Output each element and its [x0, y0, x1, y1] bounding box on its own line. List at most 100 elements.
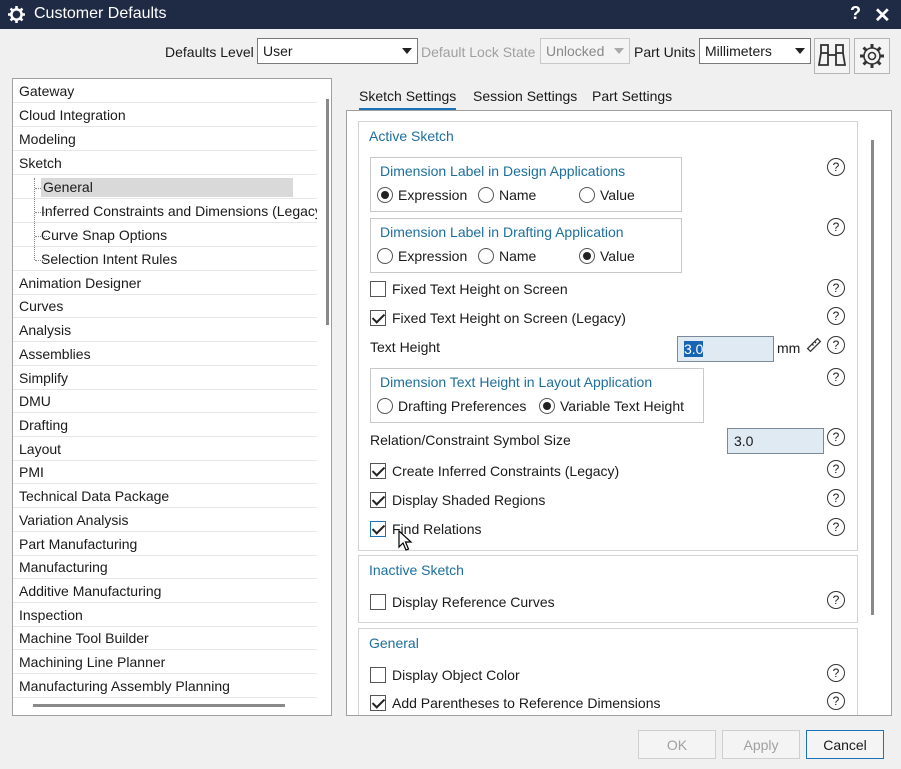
create-inferred-constraints-checkbox[interactable]: Create Inferred Constraints (Legacy): [370, 463, 619, 479]
tree-item-analysis[interactable]: Analysis: [13, 319, 317, 342]
tree-item-curve-snap[interactable]: Curve Snap Options: [13, 224, 317, 247]
drafting-expression-radio[interactable]: Expression: [377, 248, 467, 264]
settings-panel[interactable]: Active Sketch Dimension Label in Design …: [346, 110, 892, 716]
lock-state-value: Unlocked: [546, 43, 605, 59]
group-title: Dimension Text Height in Layout Applicat…: [380, 374, 653, 390]
tree-item-selection-intent[interactable]: Selection Intent Rules: [13, 248, 317, 271]
tree-item-label: Selection Intent Rules: [41, 251, 178, 267]
tree-item-manufacturing[interactable]: Manufacturing: [13, 556, 317, 579]
tree-item-machine-tool-builder[interactable]: Machine Tool Builder: [13, 627, 317, 650]
help-icon[interactable]: ?: [827, 428, 845, 446]
design-name-radio[interactable]: Name: [478, 187, 536, 203]
radio-label: Value: [600, 187, 635, 203]
radio-dot: [478, 248, 494, 264]
tree-item-simplify[interactable]: Simplify: [13, 367, 317, 390]
tree-item-label: Simplify: [19, 370, 69, 386]
help-icon[interactable]: ?: [827, 489, 845, 507]
tree-item-machining-line-planner[interactable]: Machining Line Planner: [13, 651, 317, 674]
radio-dot: [377, 248, 393, 264]
tree-item-gateway[interactable]: Gateway: [13, 80, 317, 103]
fixed-text-height-checkbox[interactable]: Fixed Text Height on Screen: [370, 281, 568, 297]
help-button[interactable]: ?: [850, 3, 861, 24]
tree-item-additive-manufacturing[interactable]: Additive Manufacturing: [13, 580, 317, 603]
tree-item-manufacturing-assembly-planning[interactable]: Manufacturing Assembly Planning: [13, 675, 317, 698]
symbol-size-label: Relation/Constraint Symbol Size: [370, 432, 571, 448]
checkbox-box: [370, 492, 386, 508]
checkbox-label: Create Inferred Constraints (Legacy): [392, 463, 620, 479]
part-units-dropdown[interactable]: Millimeters: [699, 38, 811, 64]
settings-vertical-scrollbar[interactable]: [871, 140, 874, 615]
tree-item-layout[interactable]: Layout: [13, 438, 317, 461]
tree-item-general[interactable]: General: [13, 176, 317, 199]
binoculars-icon: [817, 44, 847, 66]
checkbox-box: [370, 463, 386, 479]
help-icon[interactable]: ?: [827, 336, 845, 354]
help-icon[interactable]: ?: [827, 279, 845, 297]
ruler-icon[interactable]: [805, 336, 823, 354]
active-sketch-section: Active Sketch Dimension Label in Design …: [358, 121, 858, 551]
settings-button[interactable]: [854, 38, 890, 74]
category-tree[interactable]: Gateway Cloud Integration Modeling Sketc…: [12, 78, 332, 716]
radio-dot: [579, 248, 595, 264]
chevron-down-icon: [795, 48, 805, 54]
tree-item-dmu[interactable]: DMU: [13, 390, 317, 413]
tab-sketch-settings[interactable]: Sketch Settings: [359, 88, 457, 111]
design-value-radio[interactable]: Value: [579, 187, 635, 203]
display-reference-curves-checkbox[interactable]: Display Reference Curves: [370, 594, 555, 610]
tree-item-label: Inspection: [19, 607, 83, 623]
tree-item-assemblies[interactable]: Assemblies: [13, 343, 317, 366]
checkbox-box: [370, 310, 386, 326]
tree-item-label: Curve Snap Options: [41, 227, 168, 243]
tree-item-part-manufacturing[interactable]: Part Manufacturing: [13, 533, 317, 556]
variable-text-height-radio[interactable]: Variable Text Height: [539, 398, 684, 414]
tree-vertical-scrollbar[interactable]: [326, 99, 329, 325]
design-expression-radio[interactable]: Expression: [377, 187, 467, 203]
tree-item-label: Layout: [19, 441, 62, 457]
apply-button[interactable]: Apply: [722, 730, 800, 759]
drafting-name-radio[interactable]: Name: [478, 248, 536, 264]
add-parentheses-checkbox[interactable]: Add Parentheses to Reference Dimensions: [370, 695, 660, 711]
chevron-down-icon: [402, 48, 412, 54]
checkbox-box: [370, 281, 386, 297]
tree-item-curves[interactable]: Curves: [13, 295, 317, 318]
tree-horizontal-scrollbar[interactable]: [33, 704, 285, 707]
display-shaded-regions-checkbox[interactable]: Display Shaded Regions: [370, 492, 545, 508]
find-relations-checkbox[interactable]: Find Relations: [370, 521, 482, 537]
tree-item-inspection[interactable]: Inspection: [13, 604, 317, 627]
text-height-input[interactable]: 3.0: [677, 336, 774, 362]
help-icon[interactable]: ?: [827, 218, 845, 236]
help-icon[interactable]: ?: [827, 368, 845, 386]
help-icon[interactable]: ?: [827, 460, 845, 478]
tree-item-sketch[interactable]: Sketch: [13, 152, 317, 175]
cancel-button[interactable]: Cancel: [806, 730, 884, 759]
tree-item-animation-designer[interactable]: Animation Designer: [13, 272, 317, 295]
display-object-color-checkbox[interactable]: Display Object Color: [370, 667, 520, 683]
drafting-value-radio[interactable]: Value: [579, 248, 635, 264]
help-icon[interactable]: ?: [827, 591, 845, 609]
find-button[interactable]: [814, 38, 850, 74]
tree-item-label: Machining Line Planner: [19, 654, 166, 670]
help-icon[interactable]: ?: [827, 664, 845, 682]
tree-item-label: Manufacturing Assembly Planning: [19, 678, 230, 694]
tree-item-modeling[interactable]: Modeling: [13, 128, 317, 151]
tree-item-label: Assemblies: [19, 346, 91, 362]
close-button[interactable]: ✕: [874, 3, 891, 28]
help-icon[interactable]: ?: [827, 307, 845, 325]
tree-item-variation-analysis[interactable]: Variation Analysis: [13, 509, 317, 532]
ok-button[interactable]: OK: [638, 730, 716, 759]
tab-session-settings[interactable]: Session Settings: [473, 88, 577, 104]
defaults-level-dropdown[interactable]: User: [257, 38, 418, 64]
fixed-text-height-legacy-checkbox[interactable]: Fixed Text Height on Screen (Legacy): [370, 310, 626, 326]
symbol-size-input[interactable]: 3.0: [727, 428, 824, 454]
tree-item-pmi[interactable]: PMI: [13, 461, 317, 484]
tree-item-inferred-constraints[interactable]: Inferred Constraints and Dimensions (Leg…: [13, 200, 317, 223]
tree-item-technical-data-package[interactable]: Technical Data Package: [13, 485, 317, 508]
tree-item-cloud-integration[interactable]: Cloud Integration: [13, 104, 317, 127]
tree-item-drafting[interactable]: Drafting: [13, 414, 317, 437]
help-icon[interactable]: ?: [827, 518, 845, 536]
help-icon[interactable]: ?: [827, 158, 845, 176]
help-icon[interactable]: ?: [827, 692, 845, 710]
drafting-preferences-radio[interactable]: Drafting Preferences: [377, 398, 526, 414]
tab-part-settings[interactable]: Part Settings: [592, 88, 672, 104]
checkbox-label: Fixed Text Height on Screen: [392, 281, 568, 297]
